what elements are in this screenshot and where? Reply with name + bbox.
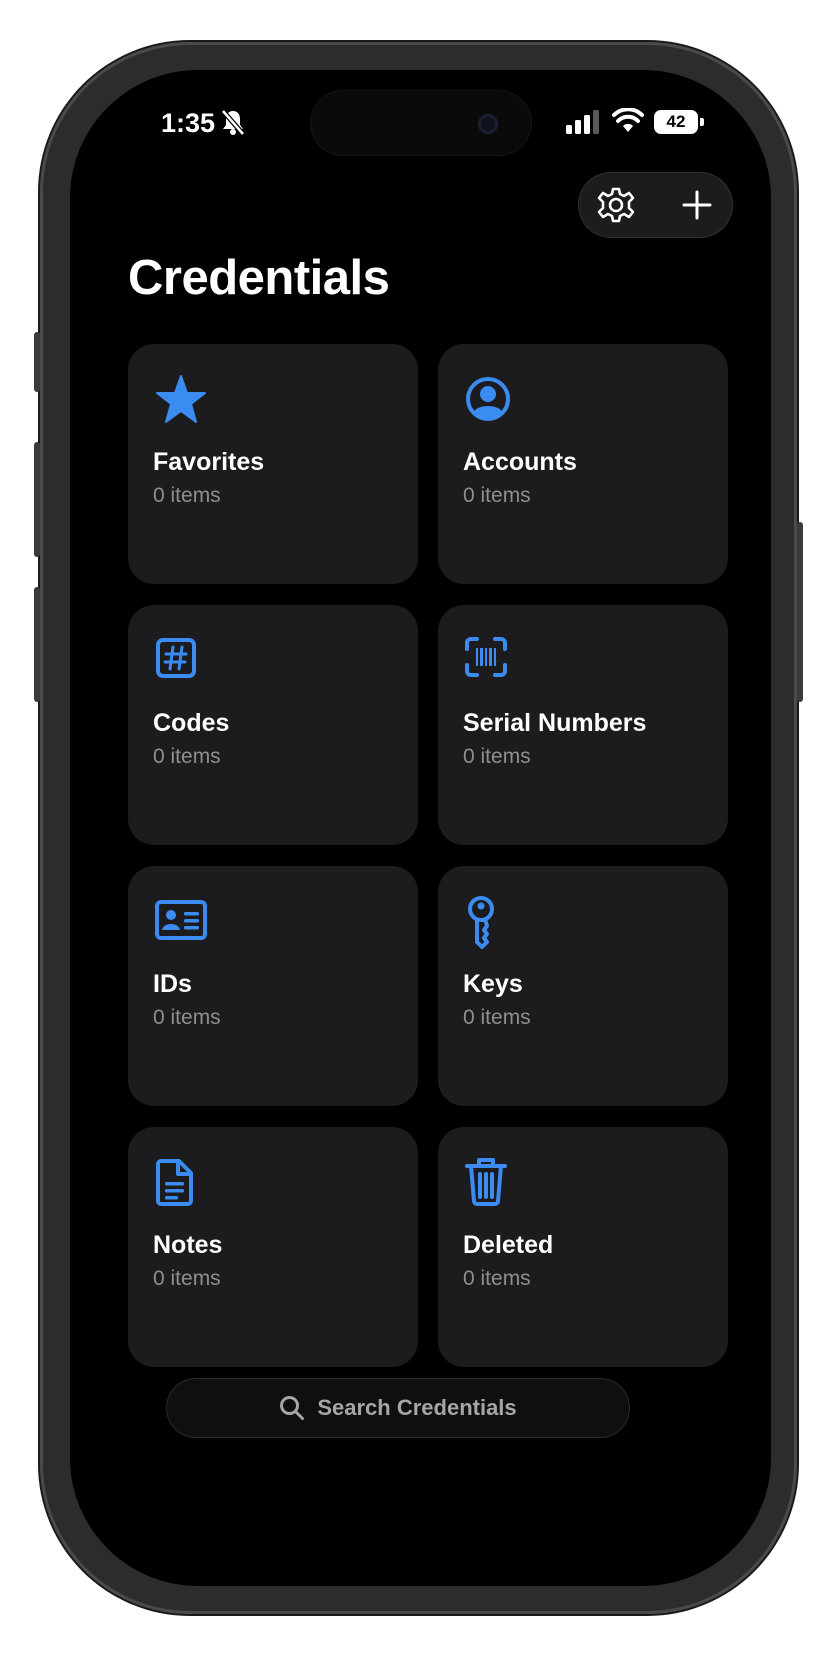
id-card-icon [153, 894, 209, 950]
barcode-scan-icon [463, 633, 519, 689]
card-count: 0 items [463, 1006, 531, 1029]
power-button [797, 522, 803, 702]
card-count: 0 items [153, 1006, 221, 1029]
card-count: 0 items [463, 484, 531, 507]
gear-icon [597, 187, 635, 223]
trash-icon [463, 1155, 519, 1211]
card-label: Keys [463, 970, 523, 998]
card-count: 0 items [463, 745, 531, 768]
settings-button[interactable] [594, 183, 638, 227]
volume-down-button [34, 587, 40, 702]
bell-slash-icon [220, 108, 246, 141]
number-square-icon [153, 633, 209, 689]
card-count: 0 items [153, 745, 221, 768]
volume-up-button [34, 442, 40, 557]
category-card-codes[interactable]: Codes 0 items [128, 605, 418, 845]
category-card-notes[interactable]: Notes 0 items [128, 1127, 418, 1367]
card-count: 0 items [153, 484, 221, 507]
add-button[interactable] [675, 183, 719, 227]
card-count: 0 items [153, 1267, 221, 1290]
category-card-deleted[interactable]: Deleted 0 items [438, 1127, 728, 1367]
category-card-serial-numbers[interactable]: Serial Numbers 0 items [438, 605, 728, 845]
screen: 1:35 42 Credentials Favorites 0 items Ac… [70, 70, 771, 1586]
card-label: Accounts [463, 448, 577, 476]
category-card-ids[interactable]: IDs 0 items [128, 866, 418, 1106]
category-card-accounts[interactable]: Accounts 0 items [438, 344, 728, 584]
wifi-icon [612, 107, 644, 139]
action-button [34, 332, 40, 392]
page-title: Credentials [128, 251, 390, 305]
card-label: Codes [153, 709, 230, 737]
card-label: Notes [153, 1231, 223, 1259]
camera-icon [478, 114, 498, 134]
person-circle-icon [463, 372, 519, 428]
card-label: IDs [153, 970, 192, 998]
card-label: Favorites [153, 448, 265, 476]
toolbar [578, 172, 733, 238]
card-count: 0 items [463, 1267, 531, 1290]
card-label: Deleted [463, 1231, 554, 1259]
search-icon [280, 1396, 305, 1420]
star-icon [153, 372, 209, 428]
status-time: 1:35 [161, 108, 216, 138]
dynamic-island [310, 90, 532, 156]
search-bar[interactable]: Search Credentials [166, 1378, 630, 1438]
key-icon [463, 894, 519, 950]
category-card-keys[interactable]: Keys 0 items [438, 866, 728, 1106]
search-placeholder: Search Credentials [317, 1395, 517, 1420]
document-icon [153, 1155, 209, 1211]
battery-level: 42 [654, 110, 698, 134]
category-card-favorites[interactable]: Favorites 0 items [128, 344, 418, 584]
plus-icon [682, 190, 712, 220]
cellular-signal-icon [566, 110, 602, 139]
card-label: Serial Numbers [463, 709, 647, 737]
